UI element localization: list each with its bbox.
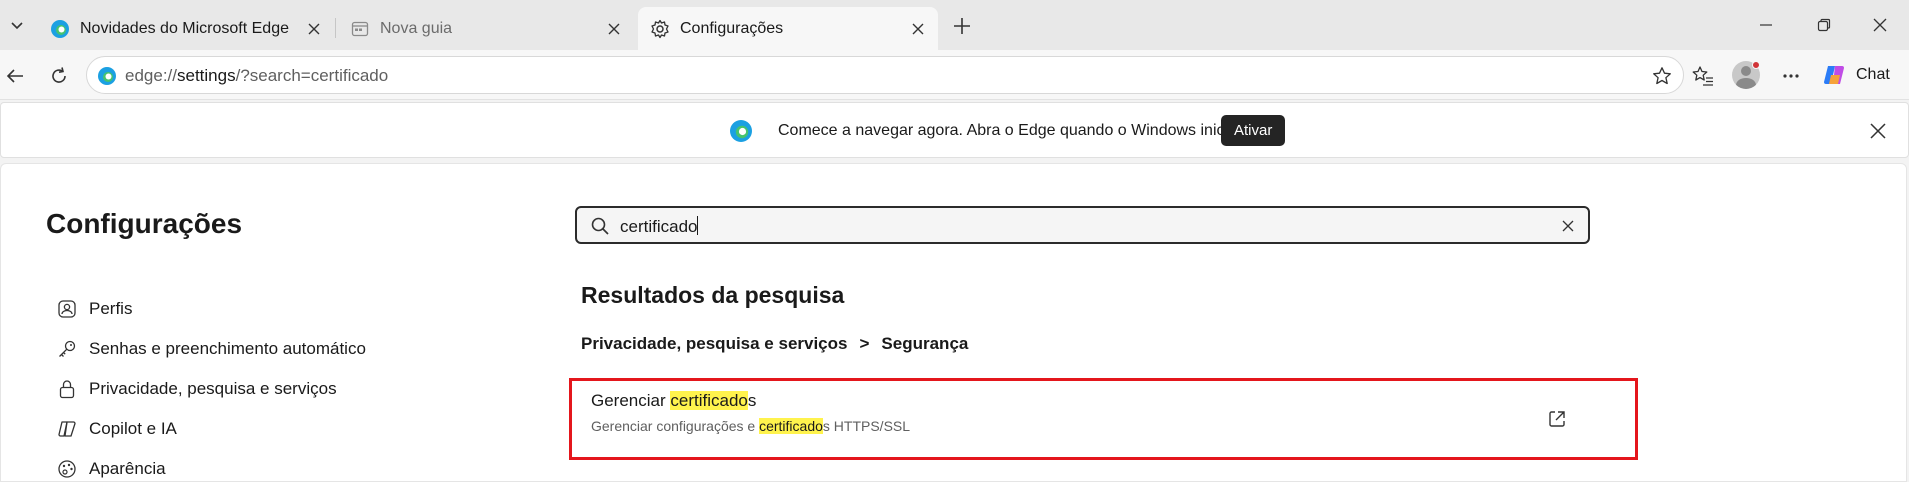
close-icon [1562,220,1574,232]
close-icon [1870,123,1886,139]
favorites-button[interactable] [1688,61,1718,91]
restore-icon [1817,18,1831,32]
result-desc-suffix: s HTTPS/SSL [822,418,911,434]
result-title: Gerenciar certificados [591,391,756,411]
sidebar-item-copilot[interactable]: Copilot e IA [57,416,177,442]
address-url: edge://settings/?search=certificado [125,66,388,86]
tab-label: Nova guia [380,19,453,37]
new-tab-page-icon [350,19,370,39]
copilot-chat-button[interactable]: Chat [1822,60,1890,90]
close-tab-button[interactable] [304,19,324,39]
clear-search-button[interactable] [1558,216,1578,236]
back-arrow-icon [6,69,23,83]
breadcrumb-subsection[interactable]: Segurança [881,334,968,353]
sidebar-item-label: Perfis [89,299,133,318]
sidebar-item-passwords[interactable]: Senhas e preenchimento automático [57,336,366,362]
edge-logo-icon [730,120,752,142]
profile-icon [57,299,77,319]
search-icon [591,217,609,235]
avatar-body-shape [1736,78,1756,89]
tab-actions-menu-button[interactable] [4,12,30,38]
tab-new-tab[interactable]: Nova guia [338,7,634,50]
breadcrumb: Privacidade, pesquisa e serviços > Seguran… [581,334,968,354]
avatar-head-shape [1741,66,1751,76]
edge-logo-icon [98,67,116,85]
result-title-match: certificado [670,391,748,410]
sidebar-item-privacy[interactable]: Privacidade, pesquisa e serviços [57,376,337,402]
tab-label: Configurações [680,19,784,37]
tab-divider [335,18,336,38]
close-infobar-button[interactable] [1866,119,1890,143]
sidebar-item-label: Copilot e IA [89,419,177,438]
tab-edge-news[interactable]: Novidades do Microsoft Edge [38,7,334,50]
settings-page: Configurações Perfis Senhas e preenchime… [0,163,1907,482]
sidebar-item-appearance[interactable]: Aparência [57,456,166,482]
default-browser-infobar: Comece a navegar agora. Abra o Edge quan… [0,102,1909,158]
favorites-list-icon [1692,66,1713,86]
appearance-icon [57,459,77,479]
sidebar-item-label: Senhas e preenchimento automático [89,339,366,358]
open-external-button[interactable] [1544,406,1570,432]
search-input[interactable]: certificado [620,216,699,237]
sidebar-item-profiles[interactable]: Perfis [57,296,132,322]
refresh-icon [52,67,66,83]
external-link-icon [1549,411,1565,427]
page-title: Configurações [46,208,243,239]
minimize-icon [1760,24,1772,26]
activate-button[interactable]: Ativar [1221,115,1286,146]
search-input-value: certificado [620,217,698,236]
settings-and-more-button[interactable] [1776,61,1806,91]
breadcrumb-separator: > [859,334,870,353]
key-icon [57,339,77,359]
gear-icon [650,19,670,39]
url-scheme: edge:// [125,66,177,85]
refresh-button[interactable] [44,61,74,91]
minimize-window-button[interactable] [1752,11,1780,39]
sidebar-item-label: Aparência [89,459,166,478]
add-favorite-button[interactable] [1651,65,1673,87]
edge-logo-icon [50,19,70,39]
result-description: Gerenciar configurações e certificados H… [591,418,910,434]
sidebar-item-label: Privacidade, pesquisa e serviços [89,379,337,398]
text-caret [697,216,699,235]
result-desc-text: Gerenciar configurações e [591,418,760,434]
result-title-suffix: s [747,391,757,410]
close-icon [1873,18,1887,32]
restore-window-button[interactable] [1810,11,1838,39]
copilot-icon [1824,66,1844,84]
breadcrumb-section[interactable]: Privacidade, pesquisa e serviços [581,334,847,353]
plus-icon [954,18,970,34]
result-title-text: Gerenciar [591,391,671,410]
lock-icon [57,379,77,399]
tab-label: Novidades do Microsoft Edge [80,19,289,37]
tab-strip: Novidades do Microsoft Edge Nova guia Co… [0,0,1909,50]
url-path: /?search=certificado [235,66,389,85]
profile-notification-dot [1752,61,1760,69]
close-icon [308,23,320,35]
chat-label: Chat [1856,66,1890,83]
close-tab-button[interactable] [908,19,928,39]
new-tab-button[interactable] [948,13,976,39]
close-icon [608,23,620,35]
search-results-heading: Resultados da pesquisa [581,282,845,308]
back-button[interactable] [0,61,30,91]
tab-settings[interactable]: Configurações [638,7,938,50]
copilot-icon [57,419,77,439]
settings-search-box[interactable]: certificado [575,206,1590,244]
browser-toolbar: edge://settings/?search=certificado Chat [0,50,1909,100]
url-host: settings [177,66,236,85]
star-icon [1653,67,1671,85]
chevron-down-icon [11,22,23,30]
close-window-button[interactable] [1866,11,1894,39]
address-bar[interactable]: edge://settings/?search=certificado [86,56,1684,94]
close-icon [912,23,924,35]
infobar-message: Comece a navegar agora. Abra o Edge quan… [778,122,1246,139]
search-result-manage-certificates[interactable]: Gerenciar certificados Gerenciar configu… [571,380,1636,458]
more-dots-icon [1783,74,1799,78]
close-tab-button[interactable] [604,19,624,39]
result-desc-match: certificado [759,418,823,434]
